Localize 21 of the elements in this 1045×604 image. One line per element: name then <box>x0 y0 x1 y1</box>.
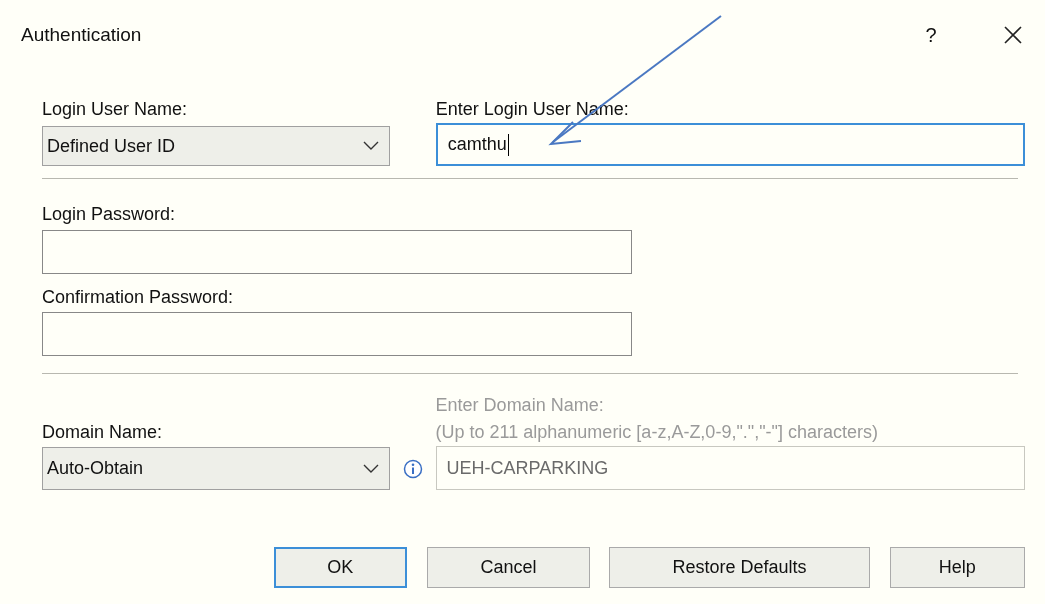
close-icon[interactable] <box>1003 25 1023 45</box>
password-input[interactable] <box>42 230 632 274</box>
chevron-down-icon <box>362 463 379 474</box>
window-title: Authentication <box>21 22 142 47</box>
field-label: Login Password: <box>42 203 176 225</box>
dialog-button[interactable]: Help <box>889 547 1025 588</box>
field-label: Enter Domain Name: <box>435 394 604 416</box>
user-name-input[interactable]: camthu <box>435 123 1025 166</box>
domain-dropdown[interactable]: Auto-Obtain <box>42 447 390 490</box>
dialog-button[interactable]: Restore Defaults <box>609 547 870 588</box>
user-name-dropdown[interactable]: Defined User ID <box>42 126 390 166</box>
field-hint: (Up to 211 alphanumeric [a-z,A-Z,0-9,".","-"] characters) <box>435 421 878 443</box>
field-label: Confirmation Password: <box>42 286 234 308</box>
field-label: Login User Name: <box>42 98 189 120</box>
dialog-button[interactable]: OK <box>274 547 407 588</box>
chevron-down-icon <box>362 141 379 151</box>
password-input[interactable] <box>42 312 632 356</box>
help-button[interactable]: ? <box>921 20 941 50</box>
info-icon <box>402 459 423 479</box>
field-label: Domain Name: <box>42 421 163 443</box>
dialog-button[interactable]: Cancel <box>426 547 591 588</box>
